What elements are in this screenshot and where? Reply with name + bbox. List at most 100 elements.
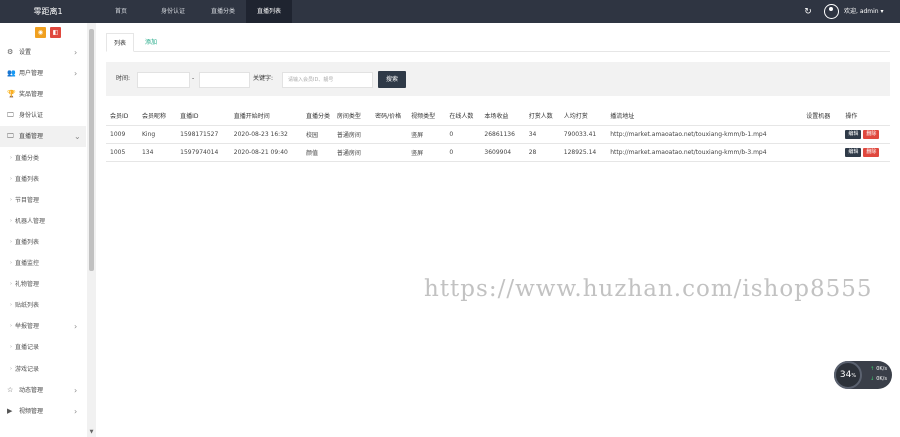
tab-list[interactable]: 列表 — [106, 33, 134, 52]
sidebar-item-label: 直播列表 — [15, 175, 40, 183]
sidebar-item[interactable]: 🏆 奖品管理 — [0, 84, 86, 105]
sidebar-subitem[interactable]: › 游戏记录 — [0, 359, 86, 380]
sidebar-item[interactable]: ☆ 动态管理 › — [0, 380, 86, 401]
edit-button[interactable]: 编辑 — [845, 147, 862, 157]
top-nav-item[interactable]: 直播列表 — [246, 0, 292, 23]
sidebar-subitem[interactable]: › 举报管理 › — [0, 316, 86, 337]
sidebar-item-label: 礼物管理 — [15, 281, 40, 289]
sidebar-subitem[interactable]: › 直播列表 — [0, 232, 86, 253]
column-header: 直播开始时间 — [229, 107, 302, 126]
top-nav-item[interactable]: 首页 — [96, 0, 146, 23]
speed-gauge: 34% — [834, 361, 862, 389]
sidebar-item[interactable]: 🖵 身份认证 — [0, 105, 86, 126]
table-cell: 竖屏 — [407, 125, 446, 144]
bullet-icon: › — [10, 323, 12, 330]
sidebar-item-label: 直播分类 — [15, 154, 40, 162]
table-cell: 134 — [137, 143, 177, 162]
sidebar-item-label: 直播列表 — [15, 238, 40, 246]
star-icon: ☆ — [7, 385, 14, 394]
sidebar-subitem[interactable]: › 直播记录 — [0, 337, 86, 358]
bullet-icon: › — [10, 238, 12, 245]
bullet-icon: › — [10, 154, 12, 161]
sidebar-tool-button-2[interactable]: ◧ — [50, 27, 61, 38]
table-cell: 28 — [524, 143, 560, 162]
sidebar-item[interactable]: 🖵 直播管理 ⌄ — [0, 126, 86, 148]
sidebar-tools: ◉ ◧ — [0, 23, 96, 44]
actions-cell: 编辑 删除 — [841, 143, 890, 162]
edit-button[interactable]: 编辑 — [845, 129, 862, 139]
table-cell: 校园 — [301, 125, 333, 144]
sidebar-item-label: 直播记录 — [15, 344, 40, 352]
download-arrow-icon: ↓ — [870, 376, 875, 382]
table-cell: http://market.amaoatao.net/touxiang-kmm/… — [606, 125, 803, 144]
chevron-right-icon: › — [74, 322, 78, 332]
sidebar-item[interactable]: 👥 用户管理 › — [0, 63, 86, 84]
sidebar-scrollbar-thumb[interactable] — [89, 29, 94, 271]
top-nav-item[interactable]: 直播分类 — [200, 0, 246, 23]
keyword-input[interactable]: 请输入会员ID、靓号 — [282, 72, 373, 88]
column-header: 操作 — [841, 107, 890, 126]
download-speed: ↓ 0K/s — [870, 376, 887, 382]
sidebar-item-label: 动态管理 — [19, 386, 44, 394]
sidebar-tool-button-1[interactable]: ◉ — [35, 27, 46, 38]
filter-bar: 时间: - 关键字: 请输入会员ID、靓号 搜索 — [106, 62, 890, 96]
trophy-icon: 🏆 — [7, 90, 16, 99]
top-nav-item[interactable]: 身份认证 — [146, 0, 200, 23]
scroll-down-icon[interactable]: ▼ — [87, 428, 96, 437]
table-cell: 128925.14 — [559, 143, 607, 162]
bullet-icon: › — [10, 196, 12, 203]
table-body: 1009 King 1598171527 2020-08-23 16:32 校园 普通房间… — [106, 125, 890, 162]
start-date-input[interactable] — [137, 72, 190, 88]
chevron-right-icon: › — [74, 385, 78, 395]
sidebar-subitem[interactable]: › 节目管理 — [0, 190, 86, 211]
table-row: 1009 King 1598171527 2020-08-23 16:32 校园 普通房间… — [106, 125, 890, 144]
table-cell: 普通房间 — [332, 143, 372, 162]
column-header: 密码/价格 — [371, 107, 408, 126]
table-cell: 1598171527 — [176, 125, 230, 144]
bullet-icon: › — [10, 175, 12, 182]
refresh-icon[interactable]: ↻ — [802, 6, 814, 18]
sidebar-item-label: 机器人管理 — [15, 217, 46, 225]
table-cell: King — [137, 125, 177, 144]
table-cell: 普通房间 — [332, 125, 372, 144]
delete-button[interactable]: 删除 — [863, 129, 880, 139]
table-cell — [802, 125, 842, 144]
sidebar: ◉ ◧ ⚙ 设置 › 👥 用户管理 › 🏆 奖品管理 🖵 身份认证 🖵 直播管理 ⌄ › 直播分类 › 直播列表… — [0, 23, 96, 437]
column-header: 房间类型 — [332, 107, 372, 126]
sidebar-item[interactable]: ⚙ 设置 › — [0, 42, 86, 63]
end-date-input[interactable] — [199, 72, 250, 88]
upload-arrow-icon: ↑ — [870, 366, 875, 372]
table-cell: 2020-08-21 09:40 — [229, 143, 302, 162]
sidebar-subitem[interactable]: › 直播列表 — [0, 169, 86, 190]
delete-button[interactable]: 删除 — [863, 147, 880, 157]
sidebar-item-label: 视频管理 — [19, 407, 44, 415]
upload-speed: ↑ 0K/s — [870, 366, 887, 372]
table-cell: 3609904 — [480, 143, 525, 162]
table-cell: 34 — [524, 125, 560, 144]
table-cell: 1009 — [106, 125, 138, 144]
search-button[interactable]: 搜索 — [378, 71, 406, 88]
monitor-icon: 🖵 — [7, 132, 14, 141]
sidebar-item[interactable]: ▶ 视频管理 › — [0, 401, 86, 422]
sidebar-subitem[interactable]: › 机器人管理 — [0, 211, 86, 232]
sidebar-item-label: 奖品管理 — [19, 91, 44, 99]
sidebar-subitem[interactable]: › 直播分类 — [0, 148, 86, 169]
sidebar-item-label: 节目管理 — [15, 196, 40, 204]
tab-add[interactable]: 添加 — [138, 33, 164, 52]
sidebar-item-label: 设置 — [19, 49, 32, 56]
sidebar-subitem[interactable]: › 贴纸列表 — [0, 295, 86, 316]
sidebar-subitem[interactable]: › 礼物管理 — [0, 274, 86, 295]
column-header: 打赏人数 — [524, 107, 560, 126]
sidebar-subitem[interactable]: › 直播监控 — [0, 253, 86, 274]
table-cell — [371, 125, 408, 144]
column-header: 会员昵称 — [137, 107, 177, 126]
bullet-icon: › — [10, 281, 12, 288]
keyword-label: 关键字: — [253, 75, 274, 82]
table-cell: 颜值 — [301, 143, 333, 162]
user-menu[interactable]: 欢迎, admin ▾ — [844, 0, 884, 23]
speed-widget[interactable]: 34% ↑ 0K/s ↓ 0K/s — [834, 361, 892, 389]
table-cell: 26861136 — [480, 125, 525, 144]
bullet-icon: › — [10, 344, 12, 351]
user-avatar-icon[interactable] — [824, 4, 839, 19]
column-header: 在线人数 — [445, 107, 481, 126]
